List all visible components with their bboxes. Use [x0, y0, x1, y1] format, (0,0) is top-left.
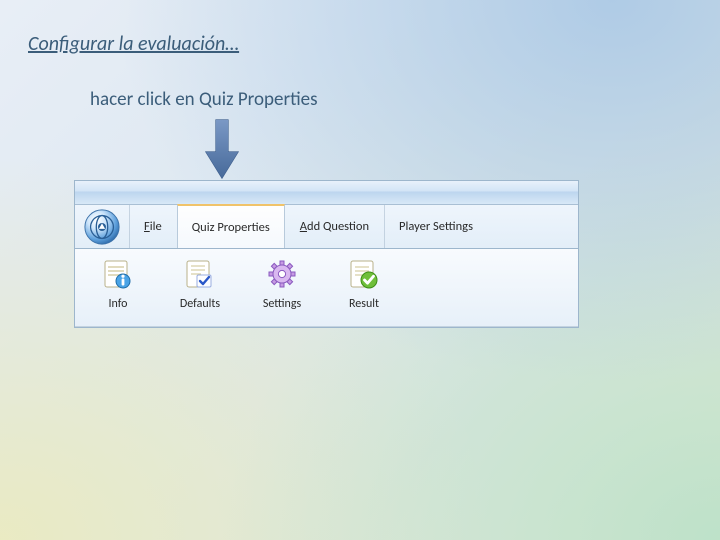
- app-orb-button[interactable]: [75, 205, 129, 248]
- slide-instruction: hacer click en Quiz Properties: [90, 88, 318, 111]
- toolbar-defaults[interactable]: Defaults: [161, 255, 239, 311]
- ribbon-toolbar: Info Defaults: [75, 249, 578, 327]
- slide-title: Configurar la evaluación…: [28, 32, 239, 56]
- info-icon: [101, 257, 135, 291]
- settings-icon: [265, 257, 299, 291]
- tab-player-settings-label: Player Settings: [399, 219, 473, 234]
- window-titlebar: [75, 181, 578, 205]
- ribbon-tabs: File Quiz Properties Add Question Player…: [75, 205, 578, 249]
- tab-quiz-properties[interactable]: Quiz Properties: [177, 204, 285, 248]
- tab-quiz-properties-label: Quiz Properties: [192, 220, 270, 235]
- arrow-down-icon: [202, 118, 242, 180]
- tab-add-question-label: Add Question: [300, 219, 369, 234]
- toolbar-result[interactable]: Result: [325, 255, 403, 311]
- defaults-icon: [183, 257, 217, 291]
- toolbar-info-label: Info: [109, 297, 128, 311]
- toolbar-settings[interactable]: Settings: [243, 255, 321, 311]
- toolbar-info[interactable]: Info: [79, 255, 157, 311]
- toolbar-settings-label: Settings: [263, 297, 301, 311]
- tab-file[interactable]: File: [129, 205, 177, 248]
- toolbar-result-label: Result: [349, 297, 379, 311]
- tab-add-question[interactable]: Add Question: [285, 205, 384, 248]
- result-icon: [347, 257, 381, 291]
- tab-player-settings[interactable]: Player Settings: [384, 205, 488, 248]
- app-orb-icon: [83, 208, 121, 246]
- tab-file-label: File: [144, 219, 162, 234]
- toolbar-defaults-label: Defaults: [180, 297, 220, 311]
- app-window: File Quiz Properties Add Question Player…: [74, 180, 579, 328]
